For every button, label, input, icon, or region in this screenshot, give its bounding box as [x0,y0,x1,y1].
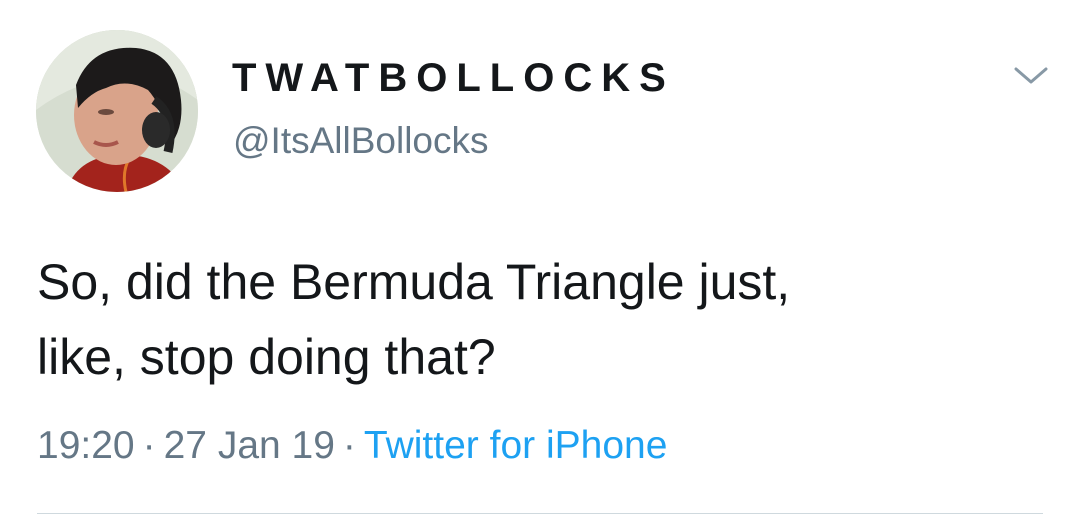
tweet-source-link[interactable]: Twitter for iPhone [364,424,667,467]
tweet-time[interactable]: 19:20 [37,424,135,467]
tweet-date[interactable]: 27 Jan 19 [164,424,335,467]
author-display-name[interactable]: TWATBOLLOCKS [232,58,675,98]
meta-separator: · [142,424,156,467]
tweet-text-line-2: like, stop doing that? [37,329,496,385]
divider [37,513,1043,514]
tweet-text: So, did the Bermuda Triangle just, like, … [37,245,1047,395]
tweet-text-line-1: So, did the Bermuda Triangle just, [37,254,791,310]
avatar[interactable] [36,30,198,192]
meta-separator: · [342,424,356,467]
author-handle[interactable]: @ItsAllBollocks [233,122,489,159]
avatar-image [36,30,198,192]
chevron-down-icon[interactable] [1010,60,1052,90]
tweet-card: TWATBOLLOCKS @ItsAllBollocks So, did the… [0,0,1080,523]
tweet-meta: 19:20 · 27 Jan 19 · Twitter for iPhone [37,426,667,465]
